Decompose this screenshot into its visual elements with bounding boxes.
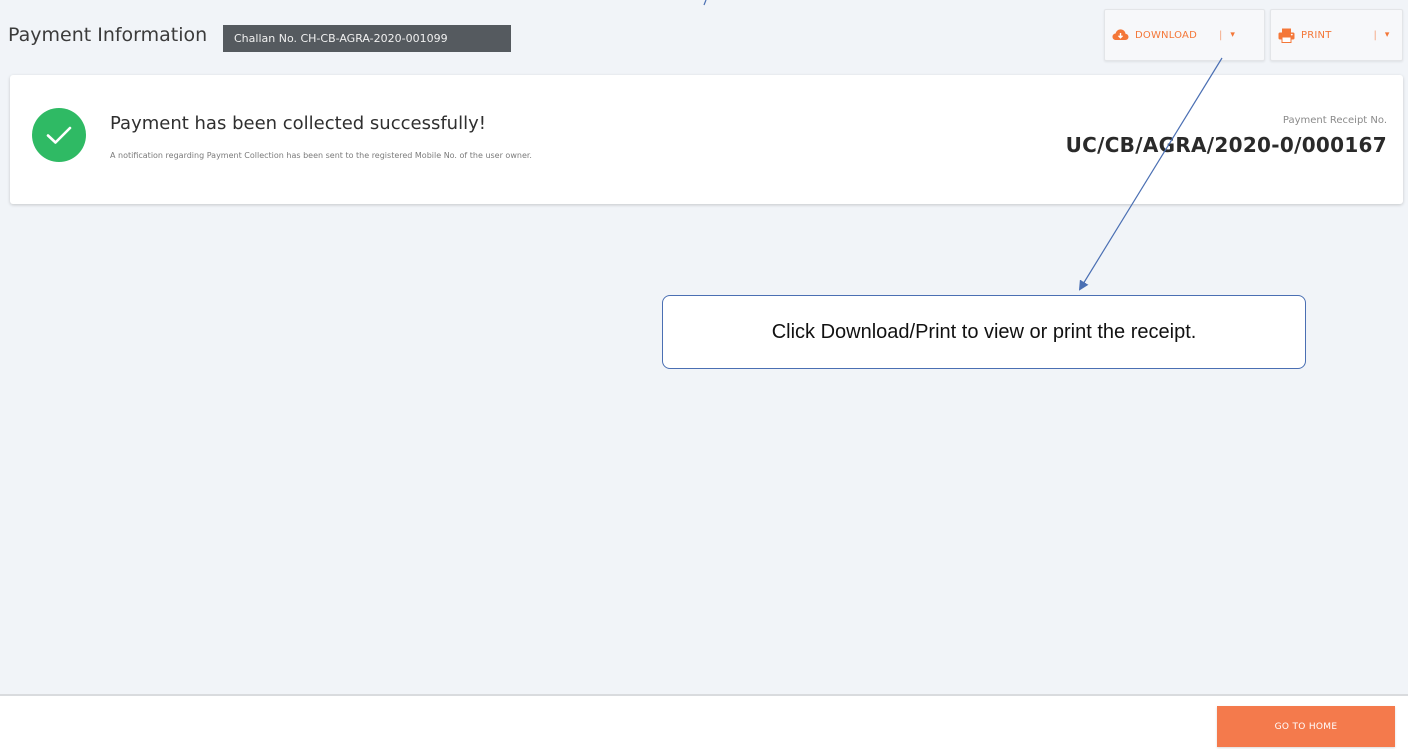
download-label: DOWNLOAD [1135,29,1197,41]
receipt-number-label: Payment Receipt No. [1282,115,1387,126]
cloud-download-icon [1111,26,1129,44]
chevron-down-icon[interactable]: ▾ [1230,30,1235,40]
action-footer: GO TO HOME [0,694,1408,749]
print-label: PRINT [1301,29,1332,41]
print-button[interactable]: PRINT | ▾ [1270,9,1403,61]
instruction-callout: Click Download/Print to view or print th… [662,295,1306,369]
success-message-title: Payment has been collected successfully! [110,113,486,134]
receipt-number-value: UC/CB/AGRA/2020-0/000167 [1065,133,1387,157]
page-header: Payment Information Challan No. CH-CB-AG… [0,0,1408,66]
payment-success-card: Payment has been collected successfully!… [10,75,1403,204]
go-to-home-button[interactable]: GO TO HOME [1217,706,1395,747]
print-separator: | [1373,29,1377,41]
printer-icon [1277,26,1295,44]
notification-note: A notification regarding Payment Collect… [110,151,532,160]
challan-number-badge: Challan No. CH-CB-AGRA-2020-001099 [223,25,511,52]
download-separator: | [1219,29,1223,41]
download-button[interactable]: DOWNLOAD | ▾ [1104,9,1265,61]
check-circle-icon [32,108,86,162]
chevron-down-icon[interactable]: ▾ [1385,30,1390,40]
page-title: Payment Information [8,24,208,46]
